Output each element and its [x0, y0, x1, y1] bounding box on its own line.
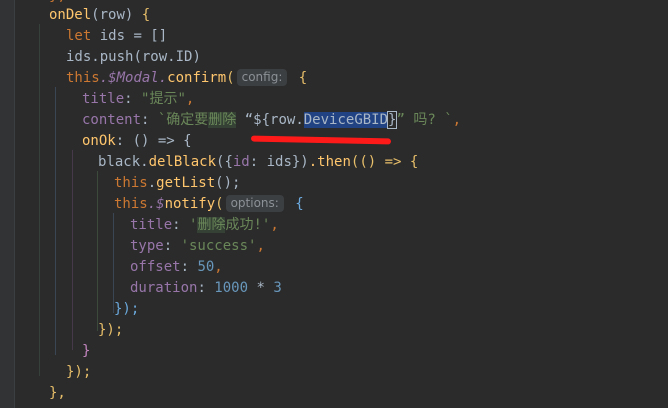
indent-guide	[113, 213, 114, 313]
highlighted-word: 删除	[197, 217, 226, 233]
number-literal: 3	[273, 280, 282, 296]
token: row	[99, 7, 125, 23]
token: (() => {	[350, 154, 419, 170]
code-line-4[interactable]: this.$Modal.confirm(config: {	[66, 68, 307, 89]
token: {	[286, 196, 304, 212]
keyword: let	[66, 28, 92, 44]
property-key: content	[82, 112, 142, 128]
token: black.	[98, 154, 149, 170]
token: :	[163, 238, 181, 254]
token: : ids})	[249, 154, 309, 170]
function-name: onDel	[49, 7, 92, 23]
code-line-14[interactable]: duration: 1000 * 3	[130, 278, 282, 299]
template-literal: ” 吗? `	[396, 112, 453, 128]
code-line-16[interactable]: });	[98, 320, 123, 341]
property-key: id	[232, 154, 250, 170]
property-key: offset	[130, 259, 181, 275]
token: .$	[147, 196, 165, 212]
token: ,	[452, 112, 462, 128]
code-line-9[interactable]: this.getList();	[114, 173, 240, 194]
property-key: onOk	[82, 133, 116, 149]
code-line-11[interactable]: title: '删除成功!',	[130, 215, 279, 236]
number-literal: 1000	[214, 280, 249, 296]
method-name: getList	[156, 175, 216, 191]
token: {	[290, 70, 308, 86]
indent-guide	[72, 150, 73, 350]
token: (	[91, 7, 100, 23]
code-line-10[interactable]: this.$notify(options: {	[114, 194, 304, 215]
red-annotation-underline	[250, 135, 392, 145]
indent-guide	[97, 171, 98, 331]
code-line-7[interactable]: onOk: () => {	[82, 131, 192, 152]
code-line-12[interactable]: type: 'success',	[130, 236, 265, 257]
token: “${	[236, 112, 271, 128]
token: .	[147, 175, 157, 191]
token: row.	[270, 112, 304, 128]
selected-text[interactable]: DeviceGBID	[303, 112, 389, 128]
token: ,	[185, 91, 195, 107]
token: :	[172, 217, 190, 233]
code-line-3[interactable]: ids.push(row.ID)	[66, 47, 201, 68]
property-key: type	[130, 238, 164, 254]
code-fragment-top: },	[49, 0, 66, 4]
parameter-hint: config:	[236, 69, 288, 86]
token: :	[180, 259, 198, 275]
code-editor[interactable]: }, onDel(row) { let ids = [] ids.push(ro…	[15, 0, 668, 408]
code-line-5[interactable]: title: "提示",	[82, 89, 194, 110]
string-literal: "提示"	[141, 91, 186, 107]
property-key: title	[130, 217, 173, 233]
editor-gutter[interactable]	[0, 0, 15, 408]
indent-guide	[39, 24, 40, 376]
token: ,	[270, 217, 279, 233]
code-line-17[interactable]: }	[82, 341, 90, 362]
code-line-2[interactable]: let ids = []	[66, 26, 167, 47]
token: row.ID	[141, 49, 193, 65]
property-key: title	[82, 91, 125, 107]
string-literal: 成功!	[225, 217, 262, 233]
method-name: delBlack	[148, 154, 217, 170]
token: *	[248, 280, 274, 296]
token: ({	[216, 154, 233, 170]
token: )	[192, 49, 201, 65]
code-line-1[interactable]: onDel(row) {	[49, 5, 150, 26]
property-key: duration	[130, 280, 198, 296]
token: ();	[215, 175, 241, 191]
method-name: confirm	[167, 70, 227, 86]
code-line-18[interactable]: });	[66, 362, 91, 383]
indent-guide	[55, 87, 56, 355]
token: (	[215, 196, 224, 212]
token: ids = []	[91, 28, 168, 44]
token: :	[141, 112, 158, 128]
token: .$Modal.	[99, 70, 168, 86]
template-literal: `确定要	[157, 112, 209, 128]
method-name: notify	[164, 196, 216, 212]
token: : () => {	[115, 133, 192, 149]
token: {	[133, 7, 151, 23]
number-literal: 50	[197, 259, 215, 275]
keyword: this	[66, 70, 100, 86]
keyword: this	[114, 175, 148, 191]
token: (	[226, 70, 235, 86]
code-line-6[interactable]: content: `确定要删除 “${row.DeviceGBID}” 吗? `…	[82, 110, 461, 131]
token: .push(	[91, 49, 142, 65]
code-line-13[interactable]: offset: 50,	[130, 257, 223, 278]
method-name: .then	[308, 154, 351, 170]
string-literal: 'success'	[180, 238, 257, 254]
token: :	[124, 91, 142, 107]
parameter-hint: options:	[225, 195, 284, 212]
token: ,	[256, 238, 265, 254]
keyword: this	[114, 196, 148, 212]
code-line-19[interactable]: },	[49, 383, 66, 404]
code-line-15[interactable]: });	[114, 299, 139, 320]
token: ,	[214, 259, 223, 275]
token: ids	[66, 49, 92, 65]
code-line-8[interactable]: black.delBlack({id: ids}).then(() => {	[98, 152, 418, 173]
highlighted-word: 删除	[208, 112, 237, 128]
token: :	[197, 280, 215, 296]
